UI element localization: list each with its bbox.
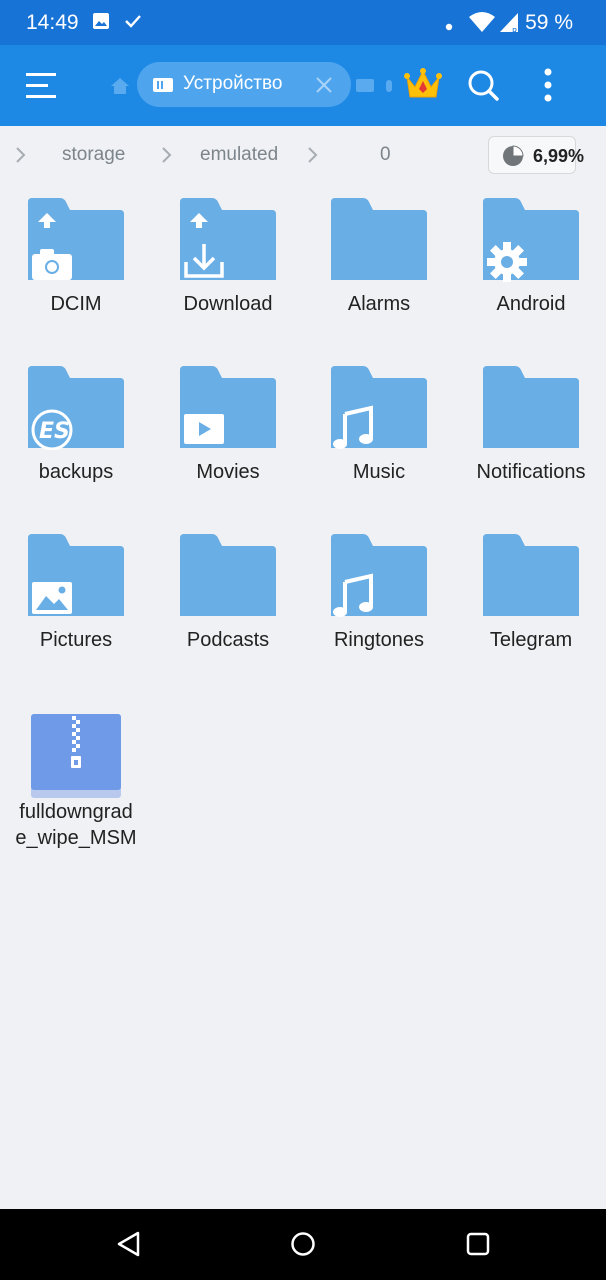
zip-archive-icon (28, 702, 124, 798)
folder-icon (483, 534, 579, 618)
breadcrumb-emulated[interactable]: emulated (200, 144, 278, 166)
folder-item[interactable]: Download (152, 184, 304, 352)
close-tab-icon[interactable] (313, 74, 335, 101)
svg-text:ES: ES (39, 419, 70, 444)
status-time: 14:49 (26, 11, 79, 34)
folder-item[interactable]: Podcasts (152, 520, 304, 688)
item-name: Notifications (476, 461, 586, 483)
device-icon (153, 76, 175, 99)
cell-signal-icon: R (498, 11, 522, 40)
breadcrumb-storage[interactable]: storage (62, 144, 125, 166)
chevron-right-icon (160, 146, 174, 169)
gallery-notification-icon (92, 12, 110, 35)
item-name: Podcasts (186, 629, 270, 651)
storage-usage-percent: 6,99% (533, 146, 585, 166)
item-name: Movies (196, 461, 260, 483)
search-icon[interactable] (466, 68, 500, 107)
folder-item[interactable]: Ringtones (303, 520, 455, 688)
app-bar: Устройство (0, 45, 606, 126)
folder-icon (331, 198, 427, 282)
file-item[interactable]: fulldowngrad e_wipe_MSM (0, 688, 152, 856)
other-tab-icon[interactable] (356, 78, 394, 99)
item-name-line: e_wipe_MSM (15, 827, 137, 849)
item-name: Music (352, 461, 406, 483)
folder-item[interactable]: Music (303, 352, 455, 520)
item-name: Download (183, 293, 273, 315)
item-name: Android (496, 293, 566, 315)
battery-level: 59 % (525, 11, 573, 34)
pie-chart-icon (501, 144, 525, 173)
folder-download-icon (180, 198, 276, 282)
tab-label: Устройство (183, 73, 283, 94)
breadcrumb: storage emulated 0 6,99% (0, 126, 606, 184)
menu-button[interactable] (20, 65, 62, 107)
svg-text:R: R (512, 27, 518, 35)
chevron-right-icon (306, 146, 320, 169)
item-name: Telegram (489, 629, 573, 651)
folder-movies-icon (180, 366, 276, 450)
item-name: Pictures (39, 629, 113, 651)
storage-usage-badge[interactable]: 6,99% (488, 136, 584, 174)
folder-music-icon (331, 534, 427, 618)
status-bar: 14:49 R 59 % (0, 0, 606, 45)
navigation-bar (0, 1209, 606, 1280)
folder-es-logo-icon: ES (28, 366, 124, 451)
folder-item[interactable]: DCIM (0, 184, 152, 352)
item-name: Ringtones (333, 629, 425, 651)
folder-item[interactable]: Android (455, 184, 606, 352)
item-name: DCIM (50, 293, 102, 315)
folder-icon (180, 534, 276, 618)
home-circle-icon[interactable] (290, 1231, 316, 1262)
item-name: backups (38, 461, 114, 483)
folder-music-icon (331, 366, 427, 450)
check-notification-icon (124, 12, 142, 35)
recents-icon[interactable] (465, 1231, 491, 1262)
chevron-right-icon (14, 146, 28, 169)
folder-item[interactable]: Notifications (455, 352, 606, 520)
item-name-line: fulldowngrad (19, 801, 133, 823)
hamburger-icon (20, 73, 62, 111)
folder-item[interactable]: Pictures (0, 520, 152, 688)
folder-gear-icon (483, 198, 579, 282)
folder-item[interactable]: Movies (152, 352, 304, 520)
breadcrumb-0[interactable]: 0 (380, 144, 391, 166)
folder-item[interactable]: Telegram (455, 520, 606, 688)
crown-premium-icon[interactable] (404, 67, 442, 106)
tab-device[interactable]: Устройство (137, 62, 351, 107)
home-icon[interactable] (110, 76, 130, 101)
folder-item[interactable]: Alarms (303, 184, 455, 352)
folder-icon (483, 366, 579, 450)
more-options-icon[interactable] (538, 67, 558, 108)
folder-picture-icon (28, 534, 124, 618)
folder-item[interactable]: ES backups (0, 352, 152, 520)
folder-camera-icon (28, 198, 124, 282)
back-icon[interactable] (116, 1231, 142, 1262)
wifi-icon (468, 11, 496, 38)
dot-notification-icon (445, 18, 453, 36)
item-name: Alarms (347, 293, 411, 315)
item-name: fulldowngrad e_wipe_MSM (0, 799, 152, 851)
